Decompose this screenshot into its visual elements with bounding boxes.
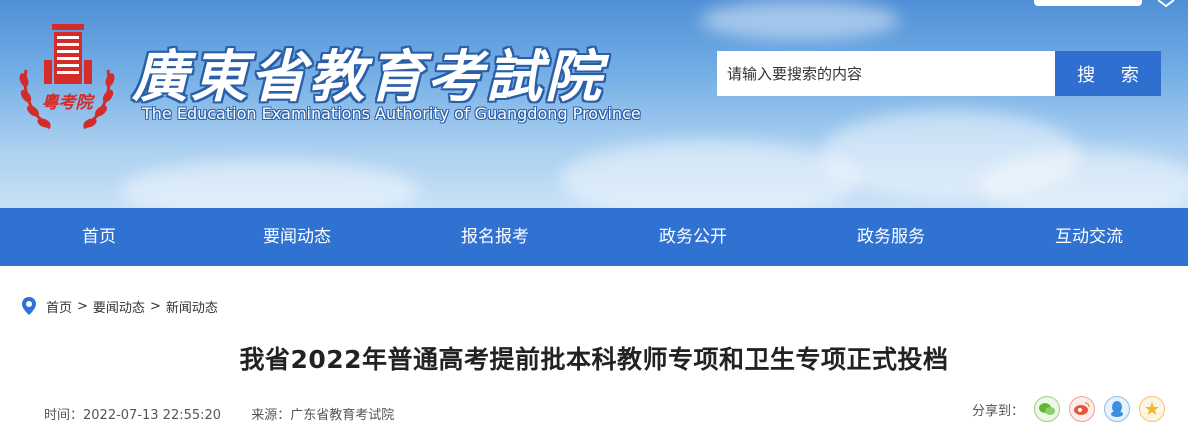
breadcrumb-news[interactable]: 要闻动态 bbox=[93, 297, 145, 316]
nav-item-news[interactable]: 要闻动态 bbox=[198, 208, 396, 266]
qq-icon[interactable] bbox=[1104, 396, 1131, 422]
search-button[interactable]: 搜 索 bbox=[1055, 51, 1161, 96]
weibo-icon[interactable] bbox=[1069, 396, 1096, 422]
article-meta: 时间：2022-07-13 22:55:20 来源：广东省教育考试院 bbox=[44, 404, 420, 423]
header-banner: 粵考院 廣東省教育考試院 The Education Examinations … bbox=[0, 0, 1188, 208]
search-input[interactable] bbox=[717, 51, 1055, 96]
qzone-icon[interactable] bbox=[1139, 396, 1166, 422]
share-label: 分享到： bbox=[972, 403, 1025, 419]
breadcrumb-news-updates[interactable]: 新闻动态 bbox=[166, 297, 218, 316]
site-title-cn: 廣東省教育考試院 bbox=[132, 44, 604, 110]
breadcrumb: 首页 > 要闻动态 > 新闻动态 bbox=[22, 296, 218, 316]
nav-item-services[interactable]: 政务服务 bbox=[792, 208, 990, 266]
nav-item-registration[interactable]: 报名报考 bbox=[396, 208, 594, 266]
main-nav: 首页 要闻动态 报名报考 政务公开 政务服务 互动交流 bbox=[0, 208, 1188, 266]
breadcrumb-home[interactable]: 首页 bbox=[46, 297, 72, 316]
page: 粵考院 廣東省教育考試院 The Education Examinations … bbox=[0, 0, 1188, 434]
top-tab[interactable] bbox=[1034, 0, 1142, 6]
breadcrumb-separator: > bbox=[149, 298, 161, 314]
publish-time: 时间：2022-07-13 22:55:20 bbox=[44, 408, 222, 423]
logo: 粵考院 bbox=[19, 24, 115, 130]
nav-item-home[interactable]: 首页 bbox=[0, 208, 198, 266]
location-pin-icon bbox=[22, 297, 36, 315]
share-bar: 分享到： bbox=[972, 396, 1174, 422]
nav-item-public-affairs[interactable]: 政务公开 bbox=[594, 208, 792, 266]
wechat-icon[interactable] bbox=[1034, 396, 1061, 422]
chevron-icon[interactable] bbox=[1156, 0, 1176, 8]
article-title: 我省2022年普通高考提前批本科教师专项和卫生专项正式投档 bbox=[239, 345, 949, 374]
site-title-en: The Education Examinations Authority of … bbox=[142, 104, 641, 123]
logo-text: 粵考院 bbox=[42, 93, 96, 113]
breadcrumb-separator: > bbox=[77, 298, 88, 314]
nav-item-interaction[interactable]: 互动交流 bbox=[990, 208, 1188, 266]
article-source: 来源：广东省教育考试院 bbox=[251, 408, 395, 423]
